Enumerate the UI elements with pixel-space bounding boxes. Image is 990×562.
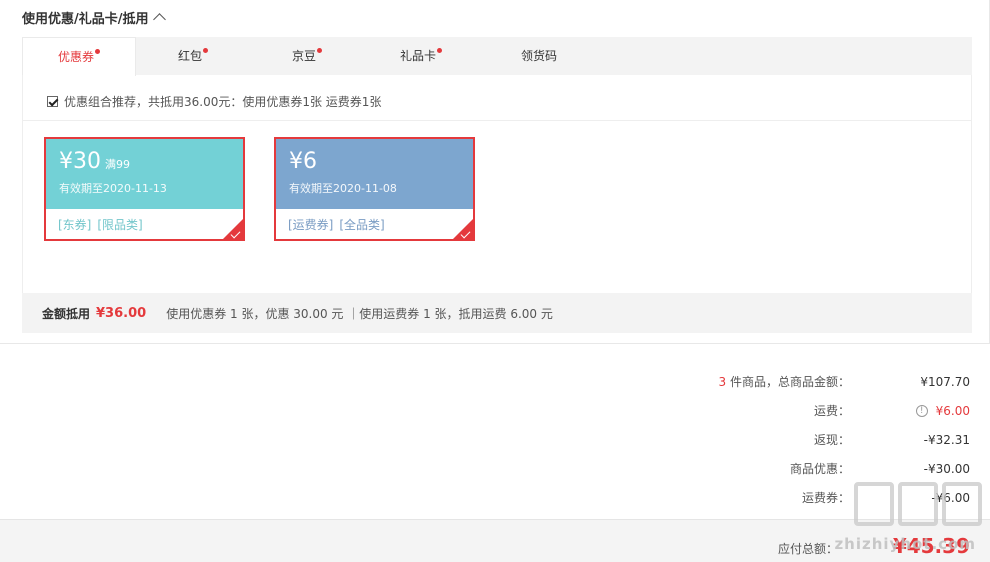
coupon-condition: 满99: [105, 158, 130, 171]
coupon-tag: [东券]: [58, 218, 92, 232]
discount-row: 商品优惠： -¥30.00: [719, 454, 970, 483]
coupon-tag: [运费券]: [288, 218, 334, 232]
tab-jingdou[interactable]: 京豆: [250, 37, 364, 75]
payment-footer: 应付总额： ¥45.39: [0, 519, 990, 562]
new-dot-icon: [95, 49, 100, 54]
chevron-up-icon[interactable]: [152, 13, 166, 26]
section-header[interactable]: 使用优惠/礼品卡/抵用: [22, 8, 166, 27]
coupon-amount: ¥30: [59, 149, 101, 174]
coupon-expiry: 有效期至2020-11-13: [59, 182, 167, 195]
goods-total-value: ¥107.70: [920, 374, 970, 389]
coupon-tags: [运费券] [全品类]: [276, 209, 473, 239]
tab-red-packet[interactable]: 红包: [136, 37, 250, 75]
cashback-label: 返现：: [813, 433, 850, 447]
goods-total-label: 件商品，总商品金额：: [726, 375, 850, 389]
new-dot-icon: [317, 48, 322, 53]
discount-section: 使用优惠/礼品卡/抵用 优惠券 红包 京豆 礼品卡 领货码 优惠组合推荐，共抵用…: [0, 0, 990, 344]
shipping-row: 运费： ! ¥6.00: [719, 396, 970, 425]
shipping-value: ¥6.00: [935, 403, 970, 418]
divider: [23, 120, 971, 121]
coupon-tags: [东券] [限品类]: [46, 209, 243, 239]
new-dot-icon: [203, 48, 208, 53]
info-icon[interactable]: !: [915, 404, 928, 417]
discount-summary: 金额抵用 ¥36.00 使用优惠券 1 张，优惠 30.00 元 ｜使用运费券 …: [22, 293, 972, 333]
recommend-text: 优惠组合推荐，共抵用36.00元：使用优惠券1张 运费券1张: [64, 95, 382, 109]
coupon-expiry: 有效期至2020-11-08: [289, 182, 397, 195]
payable-label: 应付总额：: [777, 542, 838, 556]
summary-description: 使用优惠券 1 张，优惠 30.00 元 ｜使用运费券 1 张，抵用运费 6.0…: [166, 306, 553, 321]
summary-label: 金额抵用: [42, 306, 91, 321]
cashback-value: -¥32.31: [923, 432, 970, 447]
discount-tabs: 优惠券 红包 京豆 礼品卡 领货码: [22, 37, 972, 76]
cashback-row: 返现： -¥32.31: [719, 425, 970, 454]
recommend-option[interactable]: 优惠组合推荐，共抵用36.00元：使用优惠券1张 运费券1张: [47, 93, 381, 110]
coupon-face: ¥6 有效期至2020-11-08: [276, 139, 473, 209]
order-totals: 3 件商品，总商品金额： ¥107.70 运费： ! ¥6.00 返现： -¥3…: [719, 367, 970, 512]
coupon-tag: [限品类]: [97, 218, 143, 232]
shipping-coupon-label: 运费券：: [801, 491, 850, 505]
summary-amount: ¥36.00: [96, 305, 147, 321]
coupon-amount: ¥6: [289, 149, 317, 174]
shipping-coupon-row: 运费券： -¥6.00: [719, 483, 970, 512]
tab-pickup-code[interactable]: 领货码: [482, 37, 596, 75]
shipping-label: 运费：: [813, 404, 850, 418]
recommend-checkbox[interactable]: [47, 96, 58, 107]
goods-total-row: 3 件商品，总商品金额： ¥107.70: [719, 367, 970, 396]
coupon-face: ¥30 满99 有效期至2020-11-13: [46, 139, 243, 209]
discount-value: -¥30.00: [923, 461, 970, 476]
tab-gift-card[interactable]: 礼品卡: [364, 37, 478, 75]
payable-total: ¥45.39: [892, 534, 970, 558]
coupon-tag: [全品类]: [339, 218, 385, 232]
coupon-card[interactable]: ¥30 满99 有效期至2020-11-13 [东券] [限品类]: [44, 137, 245, 241]
new-dot-icon: [437, 48, 442, 53]
shipping-coupon-value: -¥6.00: [931, 490, 970, 505]
discount-label: 商品优惠：: [789, 462, 850, 476]
tab-coupons[interactable]: 优惠券: [22, 37, 136, 76]
section-title: 使用优惠/礼品卡/抵用: [22, 12, 149, 27]
coupon-card[interactable]: ¥6 有效期至2020-11-08 [运费券] [全品类]: [274, 137, 475, 241]
